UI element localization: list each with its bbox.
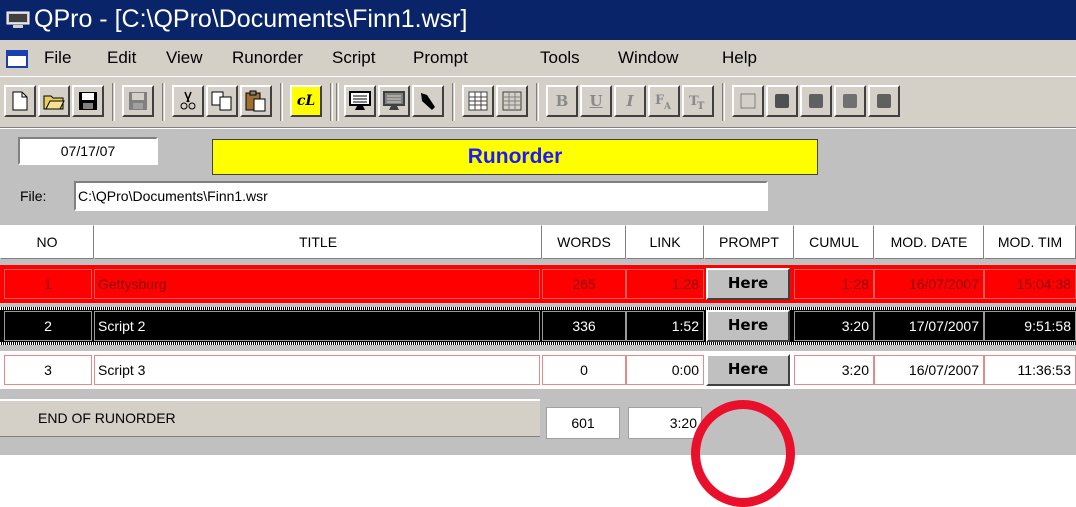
column-header-title[interactable]: TITLE	[94, 225, 542, 259]
copy-icon[interactable]	[206, 85, 238, 117]
cell-mod-time: 9:51:58	[984, 311, 1076, 341]
prompt-here-button[interactable]: Here	[706, 268, 790, 300]
cell-words: 336	[542, 311, 626, 341]
table-row[interactable]: 1 Gettysburg 265 1:28 Here 1:28 16/07/20…	[0, 265, 1076, 303]
paste-icon[interactable]	[240, 85, 272, 117]
menu-file[interactable]: File	[44, 48, 71, 68]
cell-no: 3	[4, 355, 92, 385]
toolbar-separator	[112, 83, 115, 121]
grid-alt-icon[interactable]	[496, 85, 528, 117]
monitor-icon[interactable]	[344, 85, 376, 117]
prompt-here-button[interactable]: Here	[706, 354, 790, 386]
font-size-icon[interactable]: FA	[648, 85, 680, 117]
toolbar-separator	[280, 83, 283, 121]
color-block-icon[interactable]	[834, 85, 866, 117]
total-link-time: 3:20	[628, 407, 702, 439]
end-of-runorder-label: END OF RUNORDER	[0, 399, 540, 437]
arrow-icon[interactable]	[412, 85, 444, 117]
bold-label: B	[555, 92, 569, 110]
document-icon[interactable]	[6, 50, 28, 68]
cell-words: 0	[542, 355, 626, 385]
cell-mod-time: 15:04:38	[984, 269, 1076, 299]
cl-icon[interactable]: cL	[290, 85, 322, 117]
color-block-icon[interactable]	[766, 85, 798, 117]
cell-mod-date: 16/07/2007	[874, 355, 984, 385]
toolbar-separator	[330, 83, 333, 121]
column-header-link[interactable]: LINK	[626, 225, 704, 259]
cell-link: 1:28	[626, 269, 704, 299]
menu-runorder[interactable]: Runorder	[232, 48, 303, 68]
cell-title[interactable]: Gettysburg	[94, 269, 540, 299]
cell-title[interactable]: Script 2	[94, 311, 540, 341]
new-icon[interactable]	[4, 85, 36, 117]
cell-words: 265	[542, 269, 626, 299]
cell-no: 1	[4, 269, 92, 299]
cell-link: 1:52	[626, 311, 704, 341]
date-field[interactable]: 07/17/07	[18, 137, 158, 165]
svg-text:A: A	[663, 102, 672, 111]
column-header-mod-time[interactable]: MOD. TIM	[984, 225, 1076, 259]
menu-edit[interactable]: Edit	[107, 48, 136, 68]
table-row[interactable]: 3 Script 3 0 0:00 Here 3:20 16/07/2007 1…	[0, 351, 1076, 389]
bold-icon[interactable]: B	[546, 85, 578, 117]
color-block-icon[interactable]	[868, 85, 900, 117]
prompt-here-button[interactable]: Here	[706, 310, 790, 342]
column-header-no[interactable]: NO	[0, 225, 94, 259]
underline-label: U	[589, 92, 603, 110]
menu-window[interactable]: Window	[618, 48, 678, 68]
file-label: File:	[20, 188, 47, 204]
monitor-alt-icon[interactable]	[378, 85, 410, 117]
cell-mod-date: 16/07/2007	[874, 269, 984, 299]
toolbar-separator	[162, 83, 165, 121]
column-header-mod-date[interactable]: MOD. DATE	[874, 225, 984, 259]
cell-mod-date: 17/07/2007	[874, 311, 984, 341]
qpro-app-icon[interactable]	[6, 10, 30, 30]
column-header-cumul[interactable]: CUMUL	[794, 225, 874, 259]
annotation-circle	[691, 400, 795, 507]
save-disabled-icon[interactable]	[122, 85, 154, 117]
underline-icon[interactable]: U	[580, 85, 612, 117]
table-row[interactable]: 2 Script 2 336 1:52 Here 3:20 17/07/2007…	[0, 307, 1076, 345]
box-icon[interactable]	[732, 85, 764, 117]
italic-label: I	[626, 92, 634, 110]
cell-cumul: 1:28	[794, 269, 874, 299]
column-header-prompt[interactable]: PROMPT	[704, 225, 794, 259]
svg-text:T: T	[697, 101, 705, 111]
save-icon[interactable]	[72, 85, 104, 117]
menu-bar: File Edit View Runorder Script Prompt To…	[0, 40, 1076, 76]
toolbar-separator	[536, 83, 539, 121]
open-icon[interactable]	[38, 85, 70, 117]
cell-link: 0:00	[626, 355, 704, 385]
font-icon[interactable]: TT	[682, 85, 714, 117]
toolbar-separator	[722, 83, 725, 121]
toolbar-separator	[452, 83, 455, 121]
total-words: 601	[546, 407, 620, 439]
toolbar: cL B U I FA TT	[0, 76, 1076, 128]
runorder-panel: 07/17/07 Runorder File: C:\QPro\Document…	[0, 129, 1076, 507]
menu-prompt[interactable]: Prompt	[413, 48, 468, 68]
cell-mod-time: 11:36:53	[984, 355, 1076, 385]
window-title: QPro - [C:\QPro\Documents\Finn1.wsr]	[34, 5, 468, 33]
cell-cumul: 3:20	[794, 311, 874, 341]
title-bar: QPro - [C:\QPro\Documents\Finn1.wsr]	[0, 0, 1076, 40]
menu-help[interactable]: Help	[722, 48, 757, 68]
file-path-field[interactable]: C:\QPro\Documents\Finn1.wsr	[74, 181, 768, 211]
toolbar-separator	[336, 83, 339, 121]
menu-script[interactable]: Script	[332, 48, 375, 68]
cell-no: 2	[4, 311, 92, 341]
cell-cumul: 3:20	[794, 355, 874, 385]
grid-icon[interactable]	[462, 85, 494, 117]
color-block-icon[interactable]	[800, 85, 832, 117]
italic-icon[interactable]: I	[614, 85, 646, 117]
cl-label: cL	[296, 93, 316, 109]
cell-title[interactable]: Script 3	[94, 355, 540, 385]
runorder-banner: Runorder	[212, 139, 818, 175]
column-header-words[interactable]: WORDS	[542, 225, 626, 259]
menu-view[interactable]: View	[166, 48, 203, 68]
cut-icon[interactable]	[172, 85, 204, 117]
menu-tools[interactable]: Tools	[540, 48, 580, 68]
